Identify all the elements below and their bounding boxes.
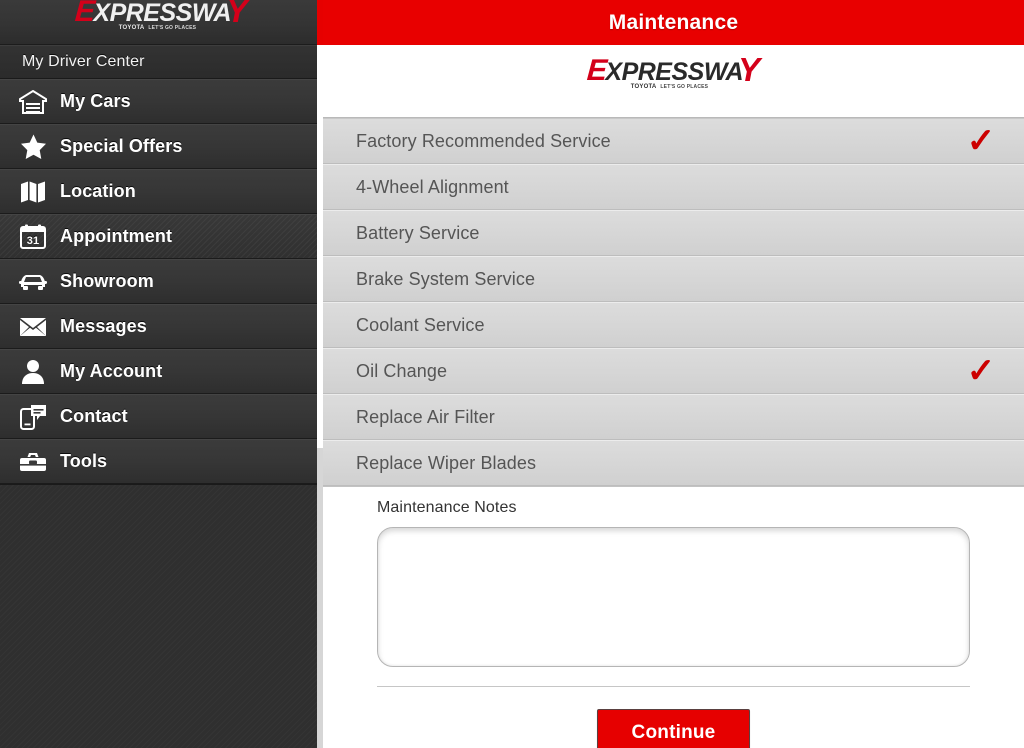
sidebar-item-messages[interactable]: Messages xyxy=(0,304,323,349)
logo-wordmark: E XPRESSWA Y xyxy=(586,50,760,88)
person-icon xyxy=(12,357,54,387)
toolbox-icon xyxy=(12,447,54,477)
service-list: Factory Recommended Service ✓ 4-Wheel Al… xyxy=(323,118,1024,487)
service-label: Brake System Service xyxy=(356,268,536,289)
page-title-bar: Maintenance xyxy=(323,0,1024,45)
sidebar-item-label: Showroom xyxy=(60,271,154,291)
sidebar-item-label: My Cars xyxy=(60,91,131,111)
sidebar-item-label: Location xyxy=(60,181,136,201)
maintenance-notes-label: Maintenance Notes xyxy=(377,499,517,516)
footer-actions: Continue xyxy=(323,687,1024,748)
sidebar-item-label: Appointment xyxy=(60,226,173,246)
garage-icon xyxy=(12,87,54,117)
logo-word: XPRESSWA xyxy=(605,57,744,86)
sidebar-item-label: Messages xyxy=(60,316,147,336)
service-row-factory-recommended-service[interactable]: Factory Recommended Service ✓ xyxy=(323,118,1024,164)
sidebar-item-location[interactable]: Location xyxy=(0,169,323,214)
sidebar-item-label: Tools xyxy=(60,451,108,471)
sidebar-section-header: My Driver Center xyxy=(0,45,323,79)
sidebar-item-label: Contact xyxy=(60,406,128,426)
service-row-4-wheel-alignment[interactable]: 4-Wheel Alignment ✓ xyxy=(323,164,1024,210)
sidebar-empty-area xyxy=(0,484,323,485)
service-row-replace-air-filter[interactable]: Replace Air Filter ✓ xyxy=(323,394,1024,440)
service-label: Coolant Service xyxy=(356,314,485,335)
service-label: Oil Change xyxy=(356,360,448,381)
service-label: Replace Wiper Blades xyxy=(356,452,537,473)
expressway-logo-content: E XPRESSWA Y TOYOTA LET'S GO PLACES xyxy=(586,50,760,106)
service-label: Factory Recommended Service xyxy=(356,130,611,151)
main-content: Maintenance E XPRESSWA Y TOYOTA LET'S GO… xyxy=(323,0,1024,748)
sidebar-item-appointment[interactable]: 31 Appointment xyxy=(0,214,323,259)
sidebar-logo-band: E XPRESSWA Y TOYOTA LET'S GO PLACES xyxy=(0,0,323,45)
logo-toyota-text: TOYOTA xyxy=(630,84,657,91)
sidebar-item-showroom[interactable]: Showroom xyxy=(0,259,323,304)
maintenance-notes-section: Maintenance Notes xyxy=(323,487,1024,687)
sidebar-item-label: My Account xyxy=(60,361,163,381)
logo-wordmark: E XPRESSWA Y xyxy=(74,0,248,29)
continue-button[interactable]: Continue xyxy=(596,709,751,748)
service-row-brake-system-service[interactable]: Brake System Service ✓ xyxy=(323,256,1024,302)
maintenance-notes-input[interactable] xyxy=(377,527,970,667)
logo-letter-y: Y xyxy=(738,50,760,88)
calendar-icon: 31 xyxy=(12,222,54,252)
logo-word: XPRESSWA xyxy=(93,0,232,27)
logo-letter-e: E xyxy=(74,0,95,28)
phone-chat-icon xyxy=(12,402,54,432)
map-icon xyxy=(12,177,54,207)
sidebar-item-label: Special Offers xyxy=(60,136,183,156)
envelope-icon xyxy=(12,312,54,342)
expressway-logo-sidebar: E XPRESSWA Y TOYOTA LET'S GO PLACES xyxy=(74,0,248,47)
sidebar-item-my-account[interactable]: My Account xyxy=(0,349,323,394)
content-logo-band: E XPRESSWA Y TOYOTA LET'S GO PLACES xyxy=(323,45,1024,118)
logo-toyota-text: TOYOTA xyxy=(118,25,145,32)
app-root: E XPRESSWA Y TOYOTA LET'S GO PLACES My D… xyxy=(0,0,1024,748)
calendar-day-number: 31 xyxy=(27,235,39,247)
page-title: Maintenance xyxy=(608,10,739,34)
logo-letter-y: Y xyxy=(226,0,248,29)
service-label: Replace Air Filter xyxy=(356,406,495,427)
check-icon: ✓ xyxy=(966,122,996,160)
sidebar-item-tools[interactable]: Tools xyxy=(0,439,323,484)
service-row-battery-service[interactable]: Battery Service ✓ xyxy=(323,210,1024,256)
service-label: Battery Service xyxy=(356,222,480,243)
service-row-replace-wiper-blades[interactable]: Replace Wiper Blades ✓ xyxy=(323,440,1024,486)
service-row-oil-change[interactable]: Oil Change ✓ xyxy=(323,348,1024,394)
check-icon: ✓ xyxy=(966,352,996,390)
logo-tagline-text: LET'S GO PLACES xyxy=(660,83,709,90)
sidebar-item-my-cars[interactable]: My Cars xyxy=(0,79,323,124)
service-label: 4-Wheel Alignment xyxy=(356,176,509,197)
service-row-coolant-service[interactable]: Coolant Service ✓ xyxy=(323,302,1024,348)
sidebar-item-contact[interactable]: Contact xyxy=(0,394,323,439)
logo-tagline-text: LET'S GO PLACES xyxy=(148,24,197,31)
sidebar-item-special-offers[interactable]: Special Offers xyxy=(0,124,323,169)
star-icon xyxy=(12,132,54,162)
sidebar: E XPRESSWA Y TOYOTA LET'S GO PLACES My D… xyxy=(0,0,323,748)
logo-letter-e: E xyxy=(586,53,607,87)
car-icon xyxy=(12,267,54,297)
